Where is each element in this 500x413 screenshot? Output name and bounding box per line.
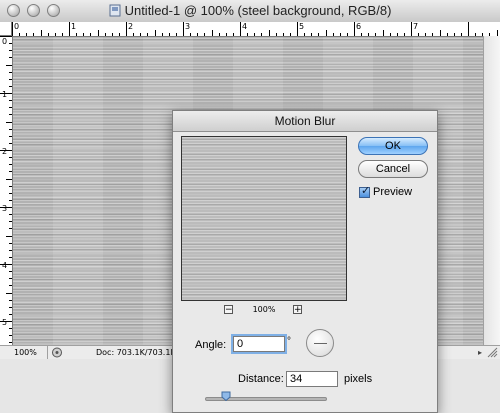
ruler-number: 0: [14, 22, 20, 31]
filter-preview[interactable]: [181, 136, 347, 301]
checkmark-icon: ✓: [361, 185, 371, 197]
ruler-number: 5: [2, 318, 8, 327]
document-size: Doc: 703.1K/703.1K: [96, 348, 176, 357]
status-menu-arrow-icon[interactable]: ▸: [478, 348, 482, 357]
horizontal-ruler-ticks: [12, 22, 498, 36]
ruler-number: 7: [413, 22, 419, 31]
motion-blur-dialog: Motion Blur − 100% + OK Cancel ✓ Preview…: [172, 110, 438, 413]
angle-label: Angle:: [195, 339, 227, 351]
distance-label: Distance:: [238, 373, 284, 385]
status-info-icon[interactable]: [51, 347, 63, 358]
degree-symbol: °: [287, 336, 291, 347]
horizontal-ruler[interactable]: 0 1 2 3 4 5 6 7: [12, 22, 500, 37]
ruler-number: 1: [71, 22, 77, 31]
ruler-number: 3: [185, 22, 191, 31]
ruler-number: 2: [128, 22, 134, 31]
zoom-level-field[interactable]: 100%: [0, 346, 48, 359]
ruler-number: 5: [299, 22, 305, 31]
window-title: Untitled-1 @ 100% (steel background, RGB…: [0, 3, 500, 18]
distance-input[interactable]: 34: [286, 371, 338, 387]
window-titlebar[interactable]: Untitled-1 @ 100% (steel background, RGB…: [0, 0, 500, 23]
vertical-ruler-ticks: [0, 36, 12, 343]
ok-button[interactable]: OK: [358, 137, 428, 155]
preview-zoom-level: 100%: [252, 305, 276, 314]
window-title-text: Untitled-1 @ 100% (steel background, RGB…: [124, 3, 392, 18]
ruler-number: 2: [2, 147, 8, 156]
vertical-scrollbar[interactable]: [483, 36, 500, 345]
resize-grip-icon[interactable]: [487, 347, 498, 358]
zoom-in-button[interactable]: +: [293, 305, 302, 315]
ruler-number: 1: [2, 90, 8, 99]
ruler-number: 4: [242, 22, 248, 31]
ruler-number: 0: [2, 37, 8, 46]
ruler-number: 6: [356, 22, 362, 31]
distance-slider-thumb[interactable]: [221, 391, 231, 401]
zoom-out-button[interactable]: −: [224, 305, 233, 315]
ruler-origin[interactable]: [0, 22, 12, 36]
angle-indicator-line: [314, 343, 327, 344]
document-icon: [109, 4, 121, 17]
angle-input[interactable]: 0: [233, 336, 285, 352]
ruler-number: 4: [2, 261, 8, 270]
ruler-number: 3: [2, 204, 8, 213]
preview-checkbox-label[interactable]: Preview: [373, 186, 412, 198]
dialog-title[interactable]: Motion Blur: [173, 111, 437, 132]
vertical-ruler[interactable]: 0 1 2 3 4 5: [0, 36, 13, 345]
angle-dial[interactable]: [306, 329, 334, 357]
cancel-button[interactable]: Cancel: [358, 160, 428, 178]
distance-unit-label: pixels: [344, 373, 373, 385]
preview-checkbox[interactable]: ✓: [359, 185, 371, 198]
